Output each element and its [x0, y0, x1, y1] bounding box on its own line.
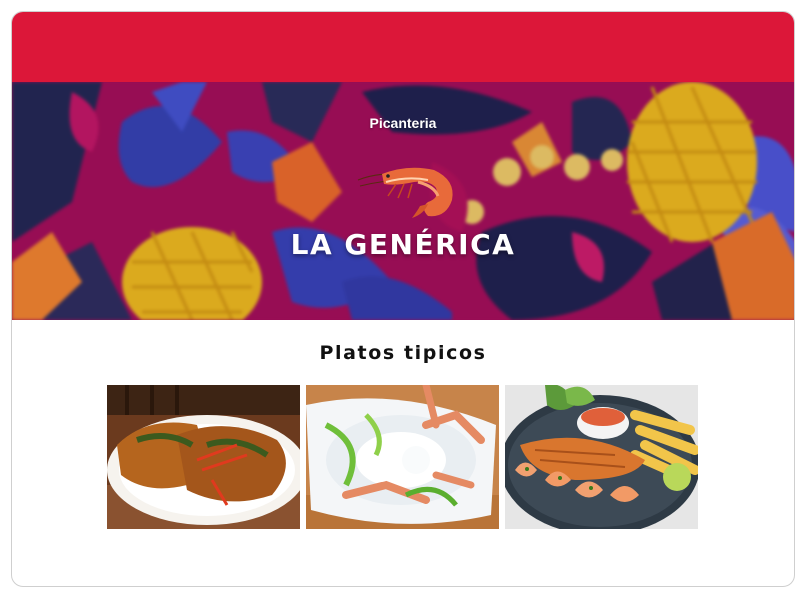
dish-photo-2-image [306, 385, 499, 529]
dish-photo-1-image [107, 385, 300, 529]
page-card: Picanteria LA GENÉRICA Platos tipicos [11, 11, 795, 587]
hero-banner: Picanteria LA GENÉRICA [12, 82, 794, 320]
section-title: Platos tipicos [319, 342, 487, 364]
restaurant-category: Picanteria [369, 115, 437, 131]
dish-photo-2[interactable] [306, 385, 499, 529]
dish-gallery [107, 385, 699, 529]
dish-photo-3[interactable] [505, 385, 698, 529]
shrimp-icon [357, 167, 453, 218]
restaurant-name: LA GENÉRICA [290, 228, 516, 261]
top-header-bar [12, 12, 794, 82]
dish-photo-3-image [505, 385, 698, 529]
dish-photo-1[interactable] [107, 385, 300, 529]
